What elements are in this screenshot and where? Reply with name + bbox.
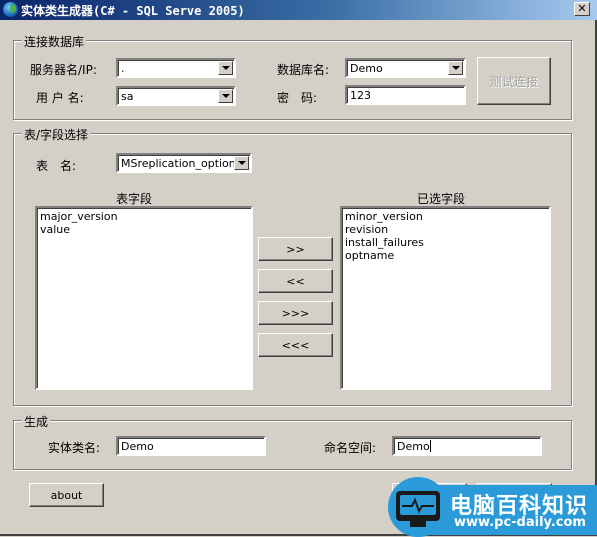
password-label: 密 码: <box>277 91 318 105</box>
list-item[interactable]: major_version <box>40 210 248 223</box>
password-value: 123 <box>350 89 371 102</box>
class-name-field[interactable]: Demo <box>116 436 266 456</box>
password-field[interactable]: 123 <box>345 85 466 105</box>
list-item[interactable]: install_failures <box>345 236 546 249</box>
table-value: MSreplication_options <box>121 157 242 170</box>
fields-group-legend: 表/字段选择 <box>22 126 91 143</box>
list-item[interactable]: minor_version <box>345 210 546 223</box>
add-field-button[interactable]: >> <box>258 237 333 261</box>
table-combo[interactable]: MSreplication_options <box>116 153 252 173</box>
class-name-value: Demo <box>121 440 154 453</box>
chevron-down-icon[interactable] <box>218 61 233 75</box>
remove-field-button[interactable]: << <box>258 269 333 293</box>
user-value: sa <box>121 90 134 103</box>
chevron-down-icon[interactable] <box>218 89 233 103</box>
database-value: Demo <box>350 62 383 75</box>
monitor-icon <box>396 491 440 521</box>
namespace-label: 命名空间: <box>324 441 377 455</box>
list-item[interactable]: revision <box>345 223 546 236</box>
selected-fields-header: 已选字段 <box>417 192 466 206</box>
watermark-logo: 电脑百科知识 www.pc-daily.com <box>388 477 597 537</box>
server-label: 服务器名/IP: <box>30 63 97 77</box>
server-combo[interactable]: . <box>116 58 236 78</box>
heartbeat-icon <box>402 497 434 514</box>
user-label: 用 户 名: <box>36 91 84 105</box>
watermark-url: www.pc-daily.com <box>454 515 586 530</box>
test-connection-button[interactable]: 测试连接 <box>477 57 551 105</box>
title-bar[interactable]: 实体类生成器(C# - SQL Serve 2005) ✕ <box>0 0 597 20</box>
add-all-fields-button[interactable]: >>> <box>258 301 333 325</box>
generate-group-legend: 生成 <box>22 413 51 430</box>
database-combo[interactable]: Demo <box>345 58 466 78</box>
window-title: 实体类生成器(C# - SQL Serve 2005) <box>21 4 245 18</box>
namespace-field[interactable]: Demo <box>392 436 542 456</box>
selected-fields-list[interactable]: minor_version revision install_failures … <box>340 206 551 390</box>
list-item[interactable]: value <box>40 223 248 236</box>
chevron-down-icon[interactable] <box>448 61 463 75</box>
class-name-label: 实体类名: <box>48 441 101 455</box>
connection-group-legend: 连接数据库 <box>22 33 87 50</box>
chevron-down-icon[interactable] <box>234 156 249 170</box>
close-button[interactable]: ✕ <box>574 2 590 16</box>
table-fields-list[interactable]: major_version value <box>35 206 253 390</box>
main-window: 实体类生成器(C# - SQL Serve 2005) ✕ 连接数据库 服务器名… <box>0 0 597 537</box>
table-label: 表 名: <box>36 159 77 173</box>
list-item[interactable]: optname <box>345 249 546 262</box>
table-fields-header: 表字段 <box>116 192 153 206</box>
about-button[interactable]: about <box>29 483 104 507</box>
server-value: . <box>121 62 125 75</box>
user-combo[interactable]: sa <box>116 86 236 106</box>
close-icon: ✕ <box>577 2 587 15</box>
namespace-value: Demo <box>397 440 431 453</box>
remove-all-fields-button[interactable]: <<< <box>258 333 333 357</box>
database-label: 数据库名: <box>277 63 330 77</box>
text-caret <box>429 440 431 452</box>
app-globe-icon <box>3 2 18 17</box>
